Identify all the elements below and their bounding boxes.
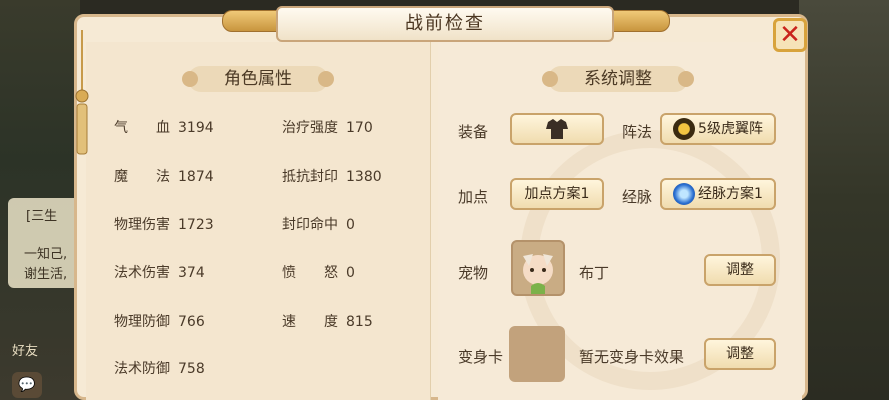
stat-physical-damage: 物理伤害 1723 — [114, 214, 214, 234]
stat-hp: 气 血 3194 — [114, 117, 214, 137]
formation-label: 阵法 — [622, 123, 653, 141]
stat-value: 758 — [178, 361, 205, 377]
stat-seal-hit: 封印命中 0 — [282, 214, 355, 234]
stat-speed: 速 度 815 — [282, 311, 373, 331]
formation-icon — [673, 118, 696, 140]
stat-label: 气 血 — [114, 120, 170, 136]
stat-mp: 魔 法 1874 — [114, 166, 214, 186]
stat-label: 法术伤害 — [114, 265, 170, 281]
chat-line: 谢生活, — [24, 267, 68, 282]
stat-magic-damage: 法术伤害 374 — [114, 262, 205, 282]
equipment-button[interactable] — [510, 113, 604, 145]
stat-value: 0 — [346, 217, 355, 233]
window-title: 战前检查 — [405, 13, 485, 34]
morph-card-slot[interactable] — [509, 326, 565, 382]
equipment-label: 装备 — [458, 123, 489, 141]
meridian-scheme-value: 经脉方案1 — [698, 186, 763, 202]
chat-line: [三生 — [26, 209, 58, 224]
stat-label: 物理防御 — [114, 314, 170, 330]
formation-value: 5级虎翼阵 — [698, 121, 763, 137]
pet-adjust-button[interactable]: 调整 — [704, 254, 776, 286]
tassel-ornament-icon — [75, 30, 89, 155]
stat-value: 0 — [346, 265, 355, 281]
meridian-scheme-button[interactable]: 经脉方案1 — [660, 178, 776, 210]
stat-value: 1874 — [178, 169, 214, 185]
close-button[interactable]: ✕ — [773, 18, 807, 52]
stat-magic-defense: 法术防御 758 — [114, 358, 205, 378]
pet-name: 布丁 — [579, 264, 610, 282]
section-header-system: 系统调整 — [542, 66, 694, 92]
cloud-ornament-icon — [318, 71, 334, 87]
morph-card-label: 变身卡 — [458, 348, 504, 366]
morph-card-status: 暂无变身卡效果 — [579, 348, 685, 366]
meridian-icon — [673, 183, 696, 205]
stat-seal-resist: 抵抗封印 1380 — [282, 166, 382, 186]
stat-label: 魔 法 — [114, 169, 170, 185]
chat-line: 一知己, — [24, 247, 68, 262]
stat-label: 法术防御 — [114, 361, 170, 377]
stat-label: 速 度 — [282, 314, 338, 330]
stat-value: 766 — [178, 314, 205, 330]
pet-label: 宠物 — [458, 264, 489, 282]
cloud-ornament-icon — [678, 71, 694, 87]
stat-rage: 愤 怒 0 — [282, 262, 355, 282]
title-banner: 战前检查 — [276, 6, 614, 42]
game-background-right — [799, 0, 889, 400]
points-scheme-value: 加点方案1 — [524, 186, 590, 202]
stat-label: 愤 怒 — [282, 265, 338, 281]
chat-icon[interactable]: 💬 — [12, 372, 42, 398]
points-label: 加点 — [458, 188, 489, 206]
armor-icon — [546, 119, 568, 139]
morph-adjust-button[interactable]: 调整 — [704, 338, 776, 370]
stat-value: 3194 — [178, 120, 214, 136]
cloud-ornament-icon — [182, 71, 198, 87]
section-title: 角色属性 — [224, 69, 292, 89]
stat-value: 374 — [178, 265, 205, 281]
stat-physical-defense: 物理防御 766 — [114, 311, 205, 331]
section-title: 系统调整 — [584, 69, 652, 89]
stat-value: 170 — [346, 120, 373, 136]
stat-label: 抵抗封印 — [282, 169, 338, 185]
stat-value: 815 — [346, 314, 373, 330]
stat-healing: 治疗强度 170 — [282, 117, 373, 137]
formation-button[interactable]: 5级虎翼阵 — [660, 113, 776, 145]
stat-label: 封印命中 — [282, 217, 338, 233]
section-header-attributes: 角色属性 — [182, 66, 334, 92]
stat-label: 物理伤害 — [114, 217, 170, 233]
stat-label: 治疗强度 — [282, 120, 338, 136]
pet-portrait[interactable] — [511, 240, 565, 296]
friends-label[interactable]: 好友 — [12, 340, 38, 359]
points-scheme-button[interactable]: 加点方案1 — [510, 178, 604, 210]
stat-value: 1723 — [178, 217, 214, 233]
meridian-label: 经脉 — [622, 188, 653, 206]
cloud-ornament-icon — [542, 71, 558, 87]
pet-avatar-icon — [523, 254, 553, 294]
stat-value: 1380 — [346, 169, 382, 185]
